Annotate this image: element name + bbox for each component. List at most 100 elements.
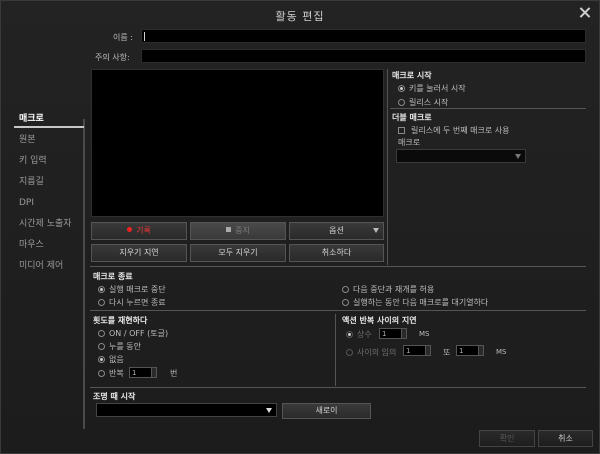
sidebar-divider <box>14 119 85 429</box>
sidebar-item-original[interactable]: 원본 <box>1 130 83 151</box>
macro-end-heading: 매크로 종료 <box>93 272 133 281</box>
option-label: 실행하는 동안 다음 매크로를 대기열하다 <box>353 298 489 307</box>
stop-button[interactable]: 중지 <box>190 222 286 240</box>
active-item-underline <box>14 126 84 128</box>
random-delay-option[interactable]: 사이의 임의 <box>346 347 396 358</box>
section-divider <box>90 387 586 388</box>
option-label: 상수 <box>357 330 372 339</box>
spin-arrows-icon[interactable] <box>478 346 483 355</box>
lighting-heading: 조명 때 시작 <box>93 392 136 401</box>
random-unit: MS <box>496 348 507 356</box>
macro-event-list[interactable] <box>91 69 384 217</box>
radio-icon <box>98 370 105 377</box>
lighting-dropdown[interactable] <box>96 403 277 417</box>
sidebar: 매크로 원본 키 입력 지름길 DPI 시간제 노출자 마우스 미디어 제어 <box>1 109 83 277</box>
chevron-down-icon <box>515 154 521 159</box>
text-caret <box>144 32 145 41</box>
radio-icon <box>98 356 105 363</box>
queue-next-macro-option[interactable]: 실행하는 동안 다음 매크로를 대기열하다 <box>342 297 488 308</box>
action-delay-heading: 액션 반복 사이의 지연 <box>342 316 417 325</box>
while-pressed-option[interactable]: 누를 동안 <box>98 341 141 352</box>
radio-icon <box>342 299 349 306</box>
vertical-divider <box>335 314 336 386</box>
option-label: 키를 눌러서 시작 <box>409 84 466 93</box>
second-macro-on-release-checkbox[interactable]: 릴리스에 두 번째 매크로 사용 <box>398 125 510 136</box>
stepper-value: 1 <box>132 369 137 377</box>
section-divider <box>390 108 586 109</box>
options-button[interactable]: 옵션 <box>289 222 384 240</box>
radio-icon <box>342 286 349 293</box>
start-on-release-option[interactable]: 릴리스 시작 <box>398 97 448 108</box>
option-label: 실행 매크로 중단 <box>109 285 166 294</box>
radio-icon <box>398 85 405 92</box>
radio-icon <box>346 331 353 338</box>
radio-icon <box>346 349 353 356</box>
sidebar-item-mouse[interactable]: 마우스 <box>1 235 83 256</box>
radio-icon <box>98 286 105 293</box>
spin-arrows-icon[interactable] <box>401 329 406 338</box>
stop-running-macro-option[interactable]: 실행 매크로 중단 <box>98 284 166 295</box>
repeat-unit: 번 <box>170 369 178 378</box>
constant-delay-option[interactable]: 상수 <box>346 329 372 340</box>
option-label: 반복 <box>109 369 124 378</box>
record-icon <box>127 227 133 232</box>
macro-label: 매크로 <box>398 138 421 147</box>
sidebar-item-media-control[interactable]: 미디어 제어 <box>1 256 83 277</box>
option-label: 다시 누르면 종료 <box>109 298 166 307</box>
toggle-option[interactable]: ON / OFF (토글) <box>98 328 168 339</box>
options-label: 옵션 <box>329 226 344 235</box>
sidebar-item-dpi[interactable]: DPI <box>1 193 83 214</box>
constant-unit: MS <box>419 330 430 338</box>
option-label: 릴리스 시작 <box>409 98 449 107</box>
spin-arrows-icon[interactable] <box>151 368 156 377</box>
window-title: 활동 편집 <box>275 10 325 23</box>
chevron-down-icon <box>373 228 379 233</box>
notes-input[interactable] <box>141 49 586 63</box>
chevron-down-icon <box>266 408 272 413</box>
title-bar: 활동 편집 <box>1 1 599 29</box>
record-button[interactable]: 기록 <box>91 222 187 240</box>
option-label: 사이의 임의 <box>357 348 397 357</box>
option-label: 릴리스에 두 번째 매크로 사용 <box>411 126 510 135</box>
repeat-heading: 횟도를 재현하다 <box>93 316 148 325</box>
radio-icon <box>98 330 105 337</box>
random-and-label: 또 <box>443 348 451 357</box>
option-label: 다음 중단과 재개를 허용 <box>353 285 435 294</box>
notes-label: 주의 사항: <box>95 53 130 62</box>
clear-all-button[interactable]: 모두 지우기 <box>190 244 286 262</box>
checkbox-icon <box>398 127 405 134</box>
sidebar-item-keystroke[interactable]: 키 입력 <box>1 151 83 172</box>
option-label: 누를 동안 <box>109 342 141 351</box>
cancel-button[interactable]: 취소 <box>538 430 593 447</box>
name-input[interactable] <box>141 29 586 43</box>
radio-icon <box>98 299 105 306</box>
sidebar-item-timer[interactable]: 시간제 노출자 <box>1 214 83 235</box>
stop-icon <box>226 227 232 232</box>
new-lighting-button[interactable]: 새로이 <box>282 403 371 419</box>
repeat-count-option[interactable]: 반복 <box>98 368 124 379</box>
spin-arrows-icon[interactable] <box>425 346 430 355</box>
stop-label: 중지 <box>235 226 250 235</box>
stepper-value: 1 <box>459 347 464 355</box>
option-label: 없음 <box>109 355 124 364</box>
option-label: ON / OFF (토글) <box>109 329 169 338</box>
record-label: 기록 <box>136 226 151 235</box>
edit-activity-window: 활동 편집 매크로 원본 키 입력 지름길 DPI 시간제 노출자 마우스 미디… <box>0 0 600 454</box>
radio-icon <box>398 99 405 106</box>
section-divider <box>90 266 586 267</box>
right-panel-divider <box>387 69 388 265</box>
random-from-stepper[interactable]: 1 <box>403 345 431 356</box>
start-on-press-option[interactable]: 키를 눌러서 시작 <box>398 83 466 94</box>
no-repeat-option[interactable]: 없음 <box>98 354 124 365</box>
close-icon[interactable] <box>579 7 591 19</box>
end-on-repress-option[interactable]: 다시 누르면 종료 <box>98 297 166 308</box>
second-macro-dropdown[interactable] <box>396 149 526 163</box>
allow-pause-resume-option[interactable]: 다음 중단과 재개를 허용 <box>342 284 434 295</box>
cancel-record-button[interactable]: 취소하다 <box>289 244 384 262</box>
random-to-stepper[interactable]: 1 <box>456 345 484 356</box>
repeat-count-stepper[interactable]: 1 <box>129 367 157 378</box>
sidebar-item-shortcut[interactable]: 지름길 <box>1 172 83 193</box>
constant-delay-stepper[interactable]: 1 <box>379 328 407 339</box>
clear-delay-button[interactable]: 지우기 지연 <box>91 244 187 262</box>
confirm-button[interactable]: 확인 <box>479 430 535 447</box>
